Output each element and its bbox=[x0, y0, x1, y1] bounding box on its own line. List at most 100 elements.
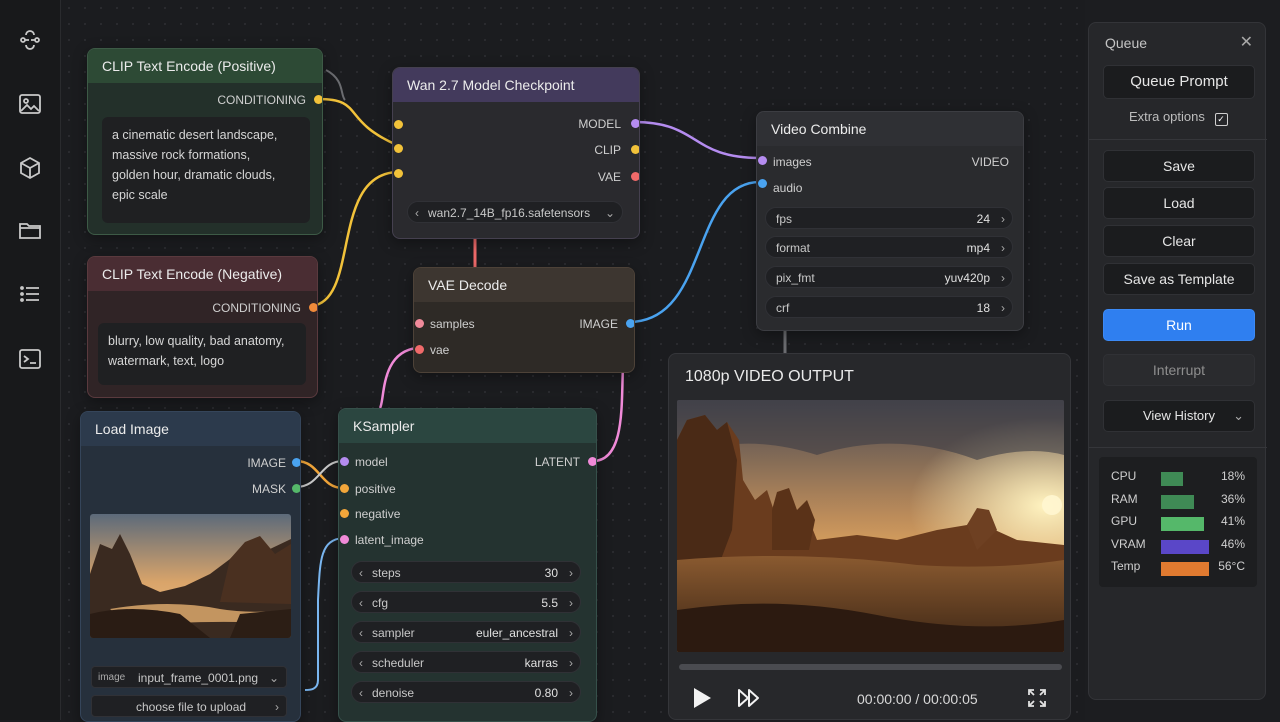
input-port[interactable] bbox=[394, 120, 403, 129]
input-port[interactable] bbox=[394, 169, 403, 178]
sampler-widget[interactable]: ‹ sampler euler_ancestral › bbox=[351, 621, 581, 643]
left-sidebar bbox=[0, 0, 61, 720]
divider bbox=[1089, 447, 1267, 448]
run-button[interactable]: Run bbox=[1103, 309, 1255, 341]
stat-label: Temp bbox=[1111, 559, 1141, 573]
widget-label: scheduler bbox=[372, 656, 425, 670]
folder-icon[interactable] bbox=[14, 214, 46, 246]
widget-value: karras bbox=[524, 656, 558, 670]
view-history-label: View History bbox=[1142, 408, 1215, 423]
stat-row-temp: Temp 56°C bbox=[1111, 559, 1251, 577]
widget-label: cfg bbox=[372, 596, 389, 610]
node-title: Wan 2.7 Model Checkpoint bbox=[393, 68, 639, 102]
output-image-label: IMAGE bbox=[247, 456, 286, 470]
load-image-node[interactable]: Load Image IMAGE MASK image input_frame_… bbox=[80, 411, 301, 722]
input-positive-port[interactable] bbox=[340, 484, 349, 493]
widget-value: 30 bbox=[544, 566, 558, 580]
scheduler-widget[interactable]: ‹ scheduler karras › bbox=[351, 651, 581, 673]
vae-decode-node[interactable]: VAE Decode samples vae IMAGE bbox=[413, 267, 635, 373]
input-model-port[interactable] bbox=[340, 457, 349, 466]
stat-value: 46% bbox=[1220, 536, 1245, 551]
desert-video-frame bbox=[677, 400, 1064, 652]
stat-label: CPU bbox=[1111, 469, 1137, 483]
ksampler-node[interactable]: KSampler model positive negative latent_… bbox=[338, 408, 597, 722]
queue-prompt-button[interactable]: Queue Prompt bbox=[1103, 65, 1255, 99]
chevron-right-icon: › bbox=[569, 626, 573, 640]
output-model-port[interactable] bbox=[631, 119, 639, 128]
output-conditioning-port[interactable] bbox=[309, 303, 317, 312]
video-output-panel: 1080p VIDEO OUTPUT 00:00:00 / 00:00:05 bbox=[668, 353, 1071, 720]
input-vae-port[interactable] bbox=[415, 345, 424, 354]
output-mask-port[interactable] bbox=[292, 484, 300, 493]
crf-widget[interactable]: crf 18 › bbox=[765, 296, 1013, 318]
play-icon[interactable] bbox=[691, 686, 713, 715]
fps-widget[interactable]: fps 24 › bbox=[765, 207, 1013, 229]
chevron-left-icon: ‹ bbox=[359, 596, 363, 610]
output-latent-port[interactable] bbox=[588, 457, 596, 466]
view-history-dropdown[interactable]: View History ⌄ bbox=[1103, 400, 1255, 432]
output-clip-port[interactable] bbox=[631, 145, 639, 154]
image-icon[interactable] bbox=[14, 88, 46, 120]
save-button[interactable]: Save bbox=[1103, 150, 1255, 182]
stat-bar bbox=[1161, 562, 1209, 576]
video-output-title: 1080p VIDEO OUTPUT bbox=[685, 368, 854, 385]
clear-button[interactable]: Clear bbox=[1103, 225, 1255, 257]
output-vae-label: VAE bbox=[597, 170, 621, 184]
steps-widget[interactable]: ‹ steps 30 › bbox=[351, 561, 581, 583]
output-image-port[interactable] bbox=[292, 458, 300, 467]
fast-forward-icon[interactable] bbox=[737, 688, 761, 713]
widget-label: pix_fmt bbox=[776, 271, 815, 285]
video-combine-node[interactable]: Video Combine images audio VIDEO fps 24 … bbox=[756, 111, 1024, 331]
input-model-label: model bbox=[355, 455, 388, 469]
widget-label: denoise bbox=[372, 686, 415, 700]
clip-text-encode-positive-node[interactable]: CLIP Text Encode (Positive) CONDITIONING… bbox=[87, 48, 323, 235]
load-button[interactable]: Load bbox=[1103, 187, 1255, 219]
negative-prompt-textarea[interactable]: blurry, low quality, bad anatomy, waterm… bbox=[98, 323, 306, 385]
output-image-port[interactable] bbox=[626, 319, 634, 328]
input-samples-port[interactable] bbox=[415, 319, 424, 328]
clip-text-encode-negative-node[interactable]: CLIP Text Encode (Negative) CONDITIONING… bbox=[87, 256, 318, 398]
terminal-icon[interactable] bbox=[14, 343, 46, 375]
cfg-widget[interactable]: ‹ cfg 5.5 › bbox=[351, 591, 581, 613]
cube-icon[interactable] bbox=[14, 152, 46, 184]
interrupt-button[interactable]: Interrupt bbox=[1103, 354, 1255, 386]
fullscreen-icon[interactable] bbox=[1027, 688, 1047, 713]
input-negative-port[interactable] bbox=[340, 509, 349, 518]
image-file-select[interactable]: image input_frame_0001.png ⌄ bbox=[91, 666, 287, 688]
extra-options-checkbox[interactable]: ✓ bbox=[1214, 113, 1228, 126]
output-model-label: MODEL bbox=[578, 117, 621, 131]
video-progress-track[interactable] bbox=[679, 664, 1062, 670]
input-latent-image-label: latent_image bbox=[355, 533, 424, 547]
node-title: Load Image bbox=[81, 412, 300, 446]
extra-options-row[interactable]: Extra options ✓ bbox=[1129, 109, 1228, 126]
chevron-right-icon: › bbox=[569, 596, 573, 610]
save-as-template-button[interactable]: Save as Template bbox=[1103, 263, 1255, 295]
format-widget[interactable]: format mp4 › bbox=[765, 236, 1013, 258]
queue-title: Queue bbox=[1105, 35, 1148, 51]
input-latent-image-port[interactable] bbox=[340, 535, 349, 544]
input-audio-port[interactable] bbox=[758, 179, 767, 188]
model-checkpoint-node[interactable]: Wan 2.7 Model Checkpoint MODEL CLIP VAE … bbox=[392, 67, 640, 239]
list-icon[interactable] bbox=[14, 278, 46, 310]
positive-prompt-textarea[interactable]: a cinematic desert landscape, massive ro… bbox=[102, 117, 310, 223]
output-vae-port[interactable] bbox=[631, 172, 639, 181]
output-conditioning-port[interactable] bbox=[314, 95, 322, 104]
stat-row-gpu: GPU 41% bbox=[1111, 514, 1251, 532]
video-frame[interactable] bbox=[677, 400, 1064, 652]
input-audio-label: audio bbox=[773, 181, 803, 195]
widget-value: mp4 bbox=[966, 241, 990, 255]
pix-fmt-widget[interactable]: pix_fmt yuv420p › bbox=[765, 266, 1013, 288]
close-icon[interactable]: ✕ bbox=[1240, 35, 1253, 51]
upload-button[interactable]: choose file to upload › bbox=[91, 695, 287, 717]
denoise-widget[interactable]: ‹ denoise 0.80 › bbox=[351, 681, 581, 703]
ckpt-name-select[interactable]: ‹ wan2.7_14B_fp16.safetensors ⌄ bbox=[407, 201, 623, 223]
node-title: KSampler bbox=[339, 409, 596, 443]
output-clip-label: CLIP bbox=[594, 143, 621, 157]
stat-row-cpu: CPU 18% bbox=[1111, 469, 1251, 487]
chevron-right-icon: › bbox=[1001, 212, 1005, 226]
input-images-port[interactable] bbox=[758, 156, 767, 165]
workflow-icon[interactable] bbox=[14, 24, 46, 56]
output-latent-label: LATENT bbox=[534, 455, 580, 469]
input-port[interactable] bbox=[394, 144, 403, 153]
stat-value: 41% bbox=[1220, 514, 1245, 528]
